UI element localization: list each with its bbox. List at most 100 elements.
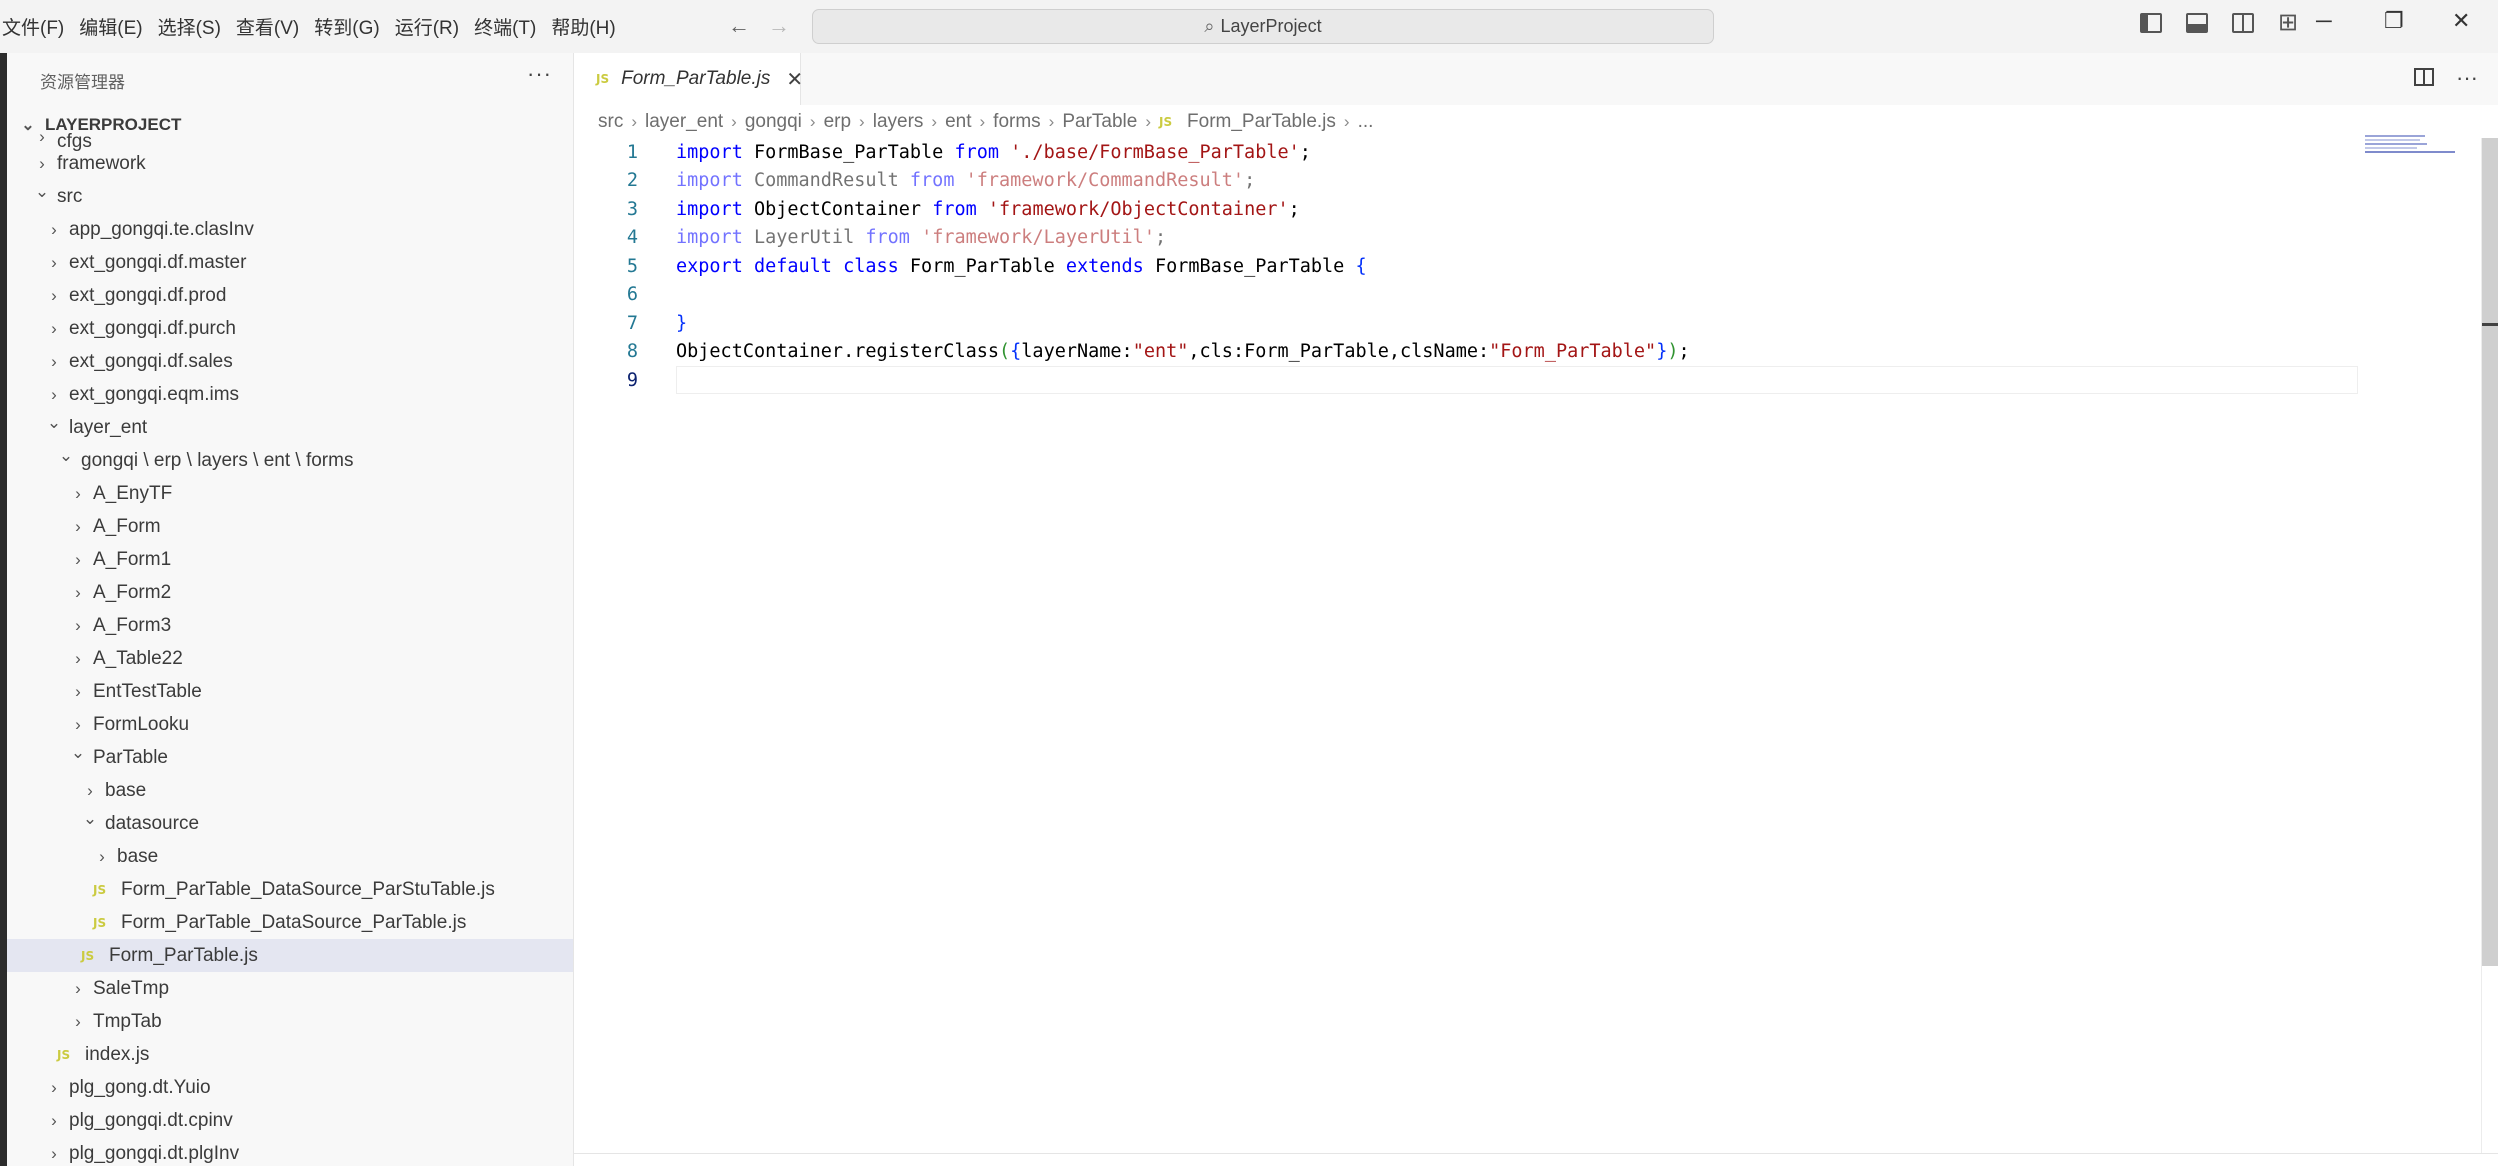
file-tree-folder[interactable]: › A_Form3 <box>7 609 573 642</box>
file-tree-folder[interactable]: › ext_gongqi.df.sales <box>7 345 573 378</box>
code-line: 7 } <box>574 309 2474 338</box>
file-tree-folder[interactable]: ⌄ gongqi \ erp \ layers \ ent \ forms <box>7 444 573 477</box>
file-tree-label: FormLooku <box>93 713 190 735</box>
file-tree-label: ext_gongqi.df.sales <box>69 350 233 372</box>
chevron-right-icon: › <box>731 112 737 131</box>
file-tree-folder[interactable]: › SaleTmp <box>7 972 573 1005</box>
activity-bar <box>0 53 7 1166</box>
file-tree: › cfgs › framework ⌄ src › app_gongqi.te.clasIn… <box>7 127 573 1166</box>
chevron-right-icon: › <box>51 219 57 239</box>
chevron-right-icon: › <box>75 549 81 569</box>
editor-scrollbar-thumb[interactable] <box>2482 138 2498 966</box>
file-tree-folder[interactable]: ⌄ layer_ent <box>7 411 573 444</box>
editor-more-icon[interactable]: ··· <box>2456 65 2478 91</box>
file-tree-folder[interactable]: › A_EnyTF <box>7 477 573 510</box>
minimap[interactable] <box>2365 135 2460 165</box>
file-tree-folder[interactable]: › plg_gong.dt.Yuio <box>7 1071 573 1104</box>
command-center-search[interactable]: ⌕ LayerProject <box>812 9 1714 44</box>
explorer-sidebar: 资源管理器 ··· ⌄ LAYERPROJECT › cfgs › framework… <box>7 53 574 1166</box>
forward-arrow-icon[interactable]: → <box>768 13 790 39</box>
toggle-secondary-sidebar-icon[interactable] <box>2232 13 2254 33</box>
menu-selection[interactable]: 选择(S) <box>156 13 232 40</box>
chevron-right-icon: › <box>859 112 865 131</box>
customize-layout-icon[interactable] <box>2278 8 2300 37</box>
menu-file[interactable]: 文件(F) <box>0 13 75 40</box>
file-tree-folder[interactable]: › plg_gongqi.dt.plgInv <box>7 1137 573 1166</box>
file-tree-folder[interactable]: › plg_gongqi.dt.cpinv <box>7 1104 573 1137</box>
file-tree-folder[interactable]: ⌄ src <box>7 180 573 213</box>
file-tree-folder[interactable]: › A_Table22 <box>7 642 573 675</box>
breadcrumb-item[interactable]: layers <box>873 111 924 133</box>
chevron-right-icon: › <box>51 252 57 272</box>
breadcrumb-more[interactable]: ... <box>1358 111 1374 133</box>
restore-button[interactable]: ❐ <box>2384 8 2404 34</box>
code-line: 5 export default class Form_ParTable ext… <box>574 252 2474 281</box>
file-tree-folder[interactable]: › app_gongqi.te.clasInv <box>7 213 573 246</box>
file-tree-folder[interactable]: ⌄ datasource <box>7 807 573 840</box>
menu-help[interactable]: 帮助(H) <box>549 13 626 40</box>
breadcrumb-item[interactable]: forms <box>993 111 1041 133</box>
chevron-right-icon: › <box>75 978 81 998</box>
file-tree-folder[interactable]: › EntTestTable <box>7 675 573 708</box>
menu-bar: 文件(F) 编辑(E) 选择(S) 查看(V) 转到(G) 运行(R) 终端(T… <box>0 0 629 53</box>
breadcrumb-item[interactable]: src <box>598 111 623 133</box>
file-tree-folder[interactable]: › A_Form <box>7 510 573 543</box>
minimize-button[interactable]: ─ <box>2316 8 2332 34</box>
toggle-panel-icon[interactable] <box>2186 13 2208 33</box>
file-tree-folder[interactable]: › ext_gongqi.eqm.ims <box>7 378 573 411</box>
line-number: 2 <box>626 170 638 192</box>
chevron-right-icon: › <box>75 516 81 536</box>
menu-run[interactable]: 运行(R) <box>393 13 470 40</box>
menu-edit[interactable]: 编辑(E) <box>77 13 153 40</box>
js-file-icon: JS <box>93 915 107 930</box>
line-number: 5 <box>626 255 638 277</box>
file-tree-folder[interactable]: › base <box>7 774 573 807</box>
file-tree-folder[interactable]: › base <box>7 840 573 873</box>
tab-form-partable[interactable]: JS Form_ParTable.js ✕ <box>574 53 803 105</box>
close-icon[interactable]: ✕ <box>786 67 803 92</box>
toggle-primary-sidebar-icon[interactable] <box>2140 13 2162 33</box>
file-tree-label: ext_gongqi.df.prod <box>69 284 227 306</box>
file-tree-folder[interactable]: › ext_gongqi.df.prod <box>7 279 573 312</box>
file-tree-folder[interactable]: › cfgs <box>7 127 573 152</box>
chevron-right-icon: › <box>87 780 93 800</box>
breadcrumb-item[interactable]: erp <box>824 111 851 133</box>
close-window-button[interactable]: ✕ <box>2452 8 2470 34</box>
back-arrow-icon[interactable]: ← <box>728 13 750 39</box>
menu-go[interactable]: 转到(G) <box>312 13 390 40</box>
tab-label: Form_ParTable.js <box>621 68 771 89</box>
file-tree-label: A_EnyTF <box>93 482 173 504</box>
chevron-right-icon: › <box>75 582 81 602</box>
file-tree-folder[interactable]: › A_Form2 <box>7 576 573 609</box>
line-number: 4 <box>626 227 638 249</box>
file-tree-file[interactable]: JS Form_ParTable_DataSource_ParTable.js <box>7 906 573 939</box>
menu-view[interactable]: 查看(V) <box>234 13 310 40</box>
code-line: 4 import LayerUtil from 'framework/Layer… <box>574 224 2474 253</box>
breadcrumb-item[interactable]: ent <box>945 111 971 133</box>
breadcrumb-item[interactable]: gongqi <box>745 111 802 133</box>
breadcrumb-item[interactable]: layer_ent <box>645 111 723 133</box>
minimap-line <box>2365 135 2425 137</box>
js-file-icon: JS <box>81 948 95 963</box>
file-tree-folder[interactable]: ⌄ ParTable <box>7 741 573 774</box>
file-tree-folder[interactable]: › framework <box>7 147 573 180</box>
file-tree-folder[interactable]: › ext_gongqi.df.master <box>7 246 573 279</box>
file-tree-file[interactable]: JS Form_ParTable_DataSource_ParStuTable.j… <box>7 873 573 906</box>
breadcrumb-file[interactable]: Form_ParTable.js <box>1187 111 1336 133</box>
file-tree-folder[interactable]: › ext_gongqi.df.purch <box>7 312 573 345</box>
code-editor[interactable]: 1 import FormBase_ParTable from './base/… <box>574 138 2474 395</box>
breadcrumb-item[interactable]: ParTable <box>1062 111 1137 133</box>
file-tree-folder[interactable]: › TmpTab <box>7 1005 573 1038</box>
file-tree-folder[interactable]: › FormLooku <box>7 708 573 741</box>
code-line: 9 <box>574 366 2474 395</box>
file-tree-file[interactable]: JS index.js <box>7 1038 573 1071</box>
split-editor-icon[interactable] <box>2414 68 2435 86</box>
file-tree-label: A_Form1 <box>93 548 172 570</box>
more-actions-icon[interactable]: ··· <box>527 61 552 87</box>
file-tree-folder[interactable]: › A_Form1 <box>7 543 573 576</box>
chevron-right-icon: › <box>75 681 81 701</box>
chevron-right-icon: › <box>931 112 938 131</box>
search-label: LayerProject <box>1220 16 1322 36</box>
menu-terminal[interactable]: 终端(T) <box>472 13 547 40</box>
file-tree-file[interactable]: JS Form_ParTable.js <box>7 939 573 972</box>
